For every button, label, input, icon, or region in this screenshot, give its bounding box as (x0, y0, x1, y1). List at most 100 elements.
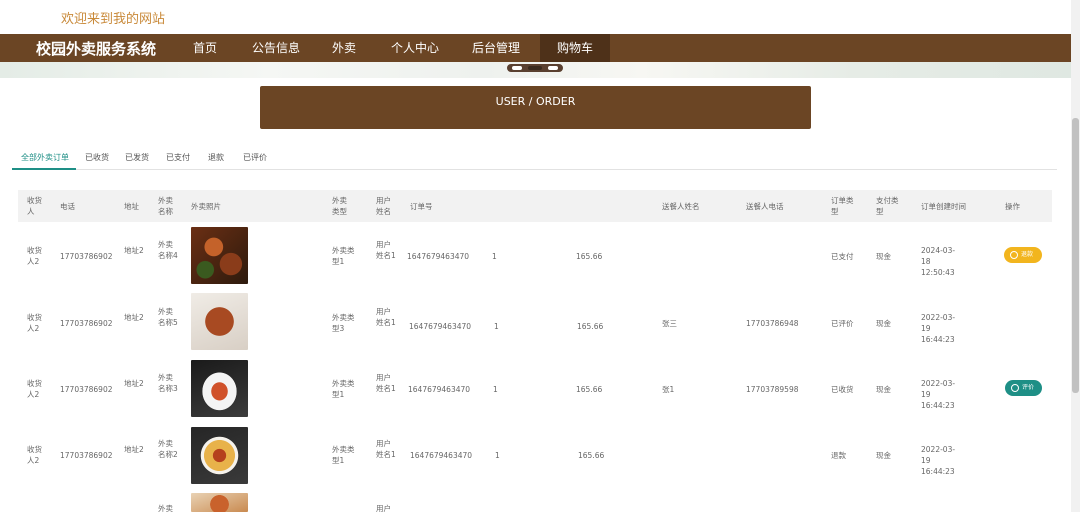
review-button[interactable]: 评价 (1005, 380, 1042, 396)
cell-order-no: 1647679463470 (408, 385, 471, 394)
cell-food-type: 外卖类型3 (332, 313, 355, 333)
food-photo (191, 427, 248, 484)
page-title: USER / ORDER (495, 95, 576, 108)
page-title-banner: USER / ORDER (260, 86, 811, 129)
cell-food-name: 外卖名称3 (158, 373, 178, 393)
tab-received[interactable]: 已收货 (85, 152, 109, 163)
col-pay-type: 支付类型 (876, 196, 899, 216)
nav-home[interactable]: 首页 (178, 34, 232, 62)
cell-courier-phone: 17703786948 (746, 319, 799, 328)
cell-price: 165.66 (576, 252, 603, 261)
cell-phone: 17703786902 (60, 451, 113, 460)
cell-receiver: 收货人2 (27, 313, 42, 333)
cell-pay-type: 现金 (876, 451, 891, 460)
cell-order-no: 1647679463470 (407, 252, 470, 261)
food-photo (191, 360, 248, 417)
cell-courier-name: 张三 (662, 319, 677, 328)
cell-qty: 1 (495, 451, 500, 460)
cell-address: 地址2 (124, 313, 144, 322)
cell-food-name: 外卖名称5 (158, 307, 178, 327)
welcome-text: 欢迎来到我的网站 (61, 12, 166, 27)
refund-icon (1010, 251, 1018, 259)
nav-profile[interactable]: 个人中心 (380, 34, 450, 62)
refund-button-label: 退款 (1021, 251, 1034, 258)
cell-courier-name: 张1 (662, 385, 675, 394)
cell-address: 地址2 (124, 246, 144, 255)
review-button-label: 评价 (1022, 384, 1035, 391)
nav-admin[interactable]: 后台管理 (460, 34, 532, 62)
cell-price: 165.66 (578, 451, 605, 460)
cell-receiver: 收货人2 (27, 246, 42, 266)
col-created: 订单创建时间 (921, 202, 966, 211)
col-courier-phone: 送餐人电话 (746, 202, 784, 211)
col-food-name: 外卖名称 (158, 196, 173, 216)
col-food-type: 外卖类型 (332, 196, 347, 216)
cell-food-type: 外卖类型1 (332, 445, 355, 465)
col-courier-name: 送餐人姓名 (662, 202, 700, 211)
cell-qty: 1 (494, 322, 499, 331)
cell-food-type: 外卖类型1 (332, 246, 355, 266)
tab-shipped[interactable]: 已发货 (125, 152, 149, 163)
cell-food-name: 外卖名称2 (158, 439, 178, 459)
col-address: 地址 (124, 202, 139, 211)
col-user-name: 用户姓名 (376, 196, 391, 216)
refund-button[interactable]: 退款 (1004, 247, 1042, 263)
cell-phone: 17703786902 (60, 319, 113, 328)
cell-phone: 17703786902 (60, 252, 113, 261)
cell-order-status: 退款 (831, 451, 846, 460)
carousel-dot-active[interactable] (528, 66, 542, 70)
cell-receiver: 收货人2 (27, 379, 42, 399)
page-scrollbar[interactable] (1071, 0, 1080, 512)
col-food-photo: 外卖照片 (191, 202, 221, 211)
cell-food-name: 外卖 (158, 504, 173, 512)
cell-user-name: 用户姓名1 (376, 240, 396, 260)
nav-cart[interactable]: 购物车 (540, 34, 610, 62)
cell-address: 地址2 (124, 445, 144, 454)
cell-pay-type: 现金 (876, 319, 891, 328)
cell-order-status: 已评价 (831, 319, 854, 328)
cell-receiver: 收货人2 (27, 445, 42, 465)
food-photo (191, 227, 248, 284)
top-navbar: 校园外卖服务系统 首页 公告信息 外卖 个人中心 后台管理 购物车 (0, 34, 1071, 62)
cell-pay-type: 现金 (876, 252, 891, 261)
carousel-dot[interactable] (512, 66, 522, 70)
cell-food-type: 外卖类型1 (332, 379, 355, 399)
col-phone: 电话 (60, 202, 75, 211)
scrollbar-thumb[interactable] (1072, 118, 1079, 393)
cell-phone: 17703786902 (60, 385, 113, 394)
col-receiver: 收货人 (27, 196, 42, 216)
order-tabs: 全部外卖订单 已收货 已发货 已支付 退款 已评价 (12, 150, 1057, 170)
site-brand[interactable]: 校园外卖服务系统 (36, 38, 156, 59)
cell-food-name: 外卖名称4 (158, 240, 178, 260)
food-photo (191, 293, 248, 350)
cell-user-name: 用户姓名1 (376, 439, 396, 459)
food-photo (191, 493, 248, 512)
cell-order-no: 1647679463470 (409, 322, 472, 331)
cell-order-status: 已收货 (831, 385, 854, 394)
active-tab-underline (12, 168, 76, 170)
col-order-no: 订单号 (410, 202, 433, 211)
col-action: 操作 (1005, 202, 1020, 211)
cell-price: 165.66 (577, 322, 604, 331)
tab-reviewed[interactable]: 已评价 (243, 152, 267, 163)
cell-created: 2022-03-19 16:44:23 (921, 313, 956, 344)
tab-paid[interactable]: 已支付 (166, 152, 190, 163)
col-order-type: 订单类型 (831, 196, 854, 216)
cell-created: 2024-03-18 12:50:43 (921, 246, 956, 277)
cell-qty: 1 (492, 252, 497, 261)
cell-user-name: 用户姓名1 (376, 307, 396, 327)
tab-all-orders[interactable]: 全部外卖订单 (21, 152, 69, 163)
cell-address: 地址2 (124, 379, 144, 388)
cell-pay-type: 现金 (876, 385, 891, 394)
cell-created: 2022-03-19 16:44:23 (921, 445, 956, 476)
review-icon (1011, 384, 1019, 392)
tab-refund[interactable]: 退款 (208, 152, 224, 163)
cell-order-status: 已支付 (831, 252, 854, 261)
nav-takeout[interactable]: 外卖 (318, 34, 370, 62)
cell-price: 165.66 (576, 385, 603, 394)
carousel-dot[interactable] (548, 66, 558, 70)
nav-notice[interactable]: 公告信息 (244, 34, 308, 62)
cell-user-name: 用户姓名1 (376, 373, 396, 393)
cell-created: 2022-03-19 16:44:23 (921, 379, 956, 410)
cell-user-name: 用户 (376, 504, 391, 512)
